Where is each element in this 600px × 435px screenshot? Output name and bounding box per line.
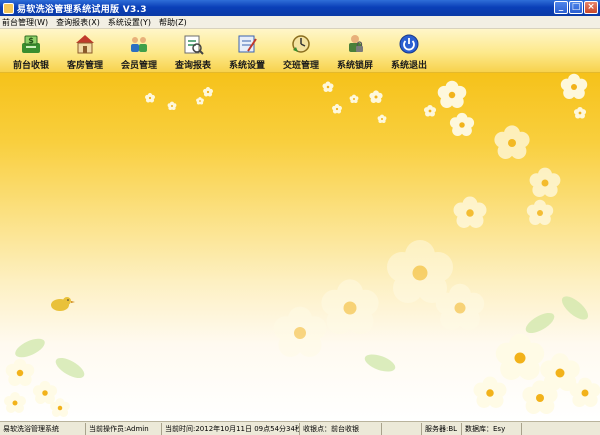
window-controls: _ □ × [554,1,598,14]
status-operator: 当前操作员:Admin [86,422,162,435]
toolbar-button-rooms[interactable]: 客房管理 [58,29,112,73]
power-icon [398,33,420,55]
flower-decoration [4,73,600,417]
toolbar-label: 客房管理 [66,61,103,71]
bird-icon [51,297,75,311]
toolbar-button-reports[interactable]: 查询报表 [166,29,220,73]
status-app-name: 易软洗浴管理系统 [0,422,86,435]
window-title: 易软洗浴管理系统试用版 V3.3 [17,4,147,15]
toolbar-label: 交班管理 [282,61,319,71]
menu-settings[interactable]: 系统设置(Y) [106,17,157,28]
status-time: 当前时间:2012年10月11日 09点54分34秒 [162,422,300,435]
toolbar-button-members[interactable]: 会员管理 [112,29,166,73]
app-icon [3,2,14,14]
title-bar[interactable]: 易软洗浴管理系统试用版 V3.3 _ □ × [0,0,600,16]
main-toolbar: $ 前台收银 客房管理 会员管理 查询报表 系统设置 交班管理 系统锁屏 系统退… [0,29,600,73]
menu-front-desk[interactable]: 前台管理(W) [0,17,54,28]
status-bar: 易软洗浴管理系统 当前操作员:Admin 当前时间:2012年10月11日 09… [0,421,600,435]
main-background [0,73,600,421]
toolbar-button-cashier[interactable]: $ 前台收银 [4,29,58,73]
status-station: 收银点：前台收银 [300,422,382,435]
close-button[interactable]: × [584,1,598,14]
toolbar-label: 会员管理 [120,61,157,71]
toolbar-label: 前台收银 [12,61,49,71]
cash-register-icon: $ [20,33,42,55]
menu-reports[interactable]: 查询报表(X) [54,17,106,28]
toolbar-label: 系统锁屏 [336,61,373,71]
toolbar-label: 系统退出 [390,61,427,71]
settings-icon [236,33,258,55]
house-icon [74,33,96,55]
report-icon [182,33,204,55]
shift-icon [290,33,312,55]
lock-screen-icon [344,33,366,55]
status-server: 服务器:BL [422,422,462,435]
status-database: 数据库：Esy [462,422,522,435]
toolbar-label: 查询报表 [174,61,211,71]
toolbar-button-lock[interactable]: 系统锁屏 [328,29,382,73]
toolbar-button-exit[interactable]: 系统退出 [382,29,436,73]
members-icon [128,33,150,55]
menu-bar: 前台管理(W) 查询报表(X) 系统设置(Y) 帮助(Z) [0,16,600,29]
maximize-button[interactable]: □ [569,1,583,14]
status-spacer [382,422,422,435]
toolbar-button-settings[interactable]: 系统设置 [220,29,274,73]
svg-text:$: $ [28,36,34,45]
toolbar-label: 系统设置 [228,61,265,71]
minimize-button[interactable]: _ [554,1,568,14]
status-extra [522,423,600,435]
menu-help[interactable]: 帮助(Z) [157,17,193,28]
toolbar-button-shift[interactable]: 交班管理 [274,29,328,73]
